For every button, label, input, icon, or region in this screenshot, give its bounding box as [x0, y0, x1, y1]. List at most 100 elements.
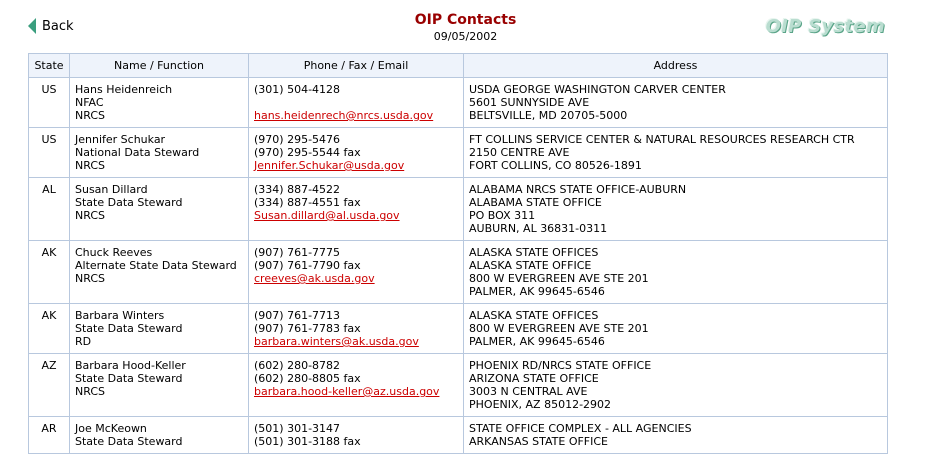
- address-line: ALASKA STATE OFFICES: [469, 246, 599, 259]
- email-link[interactable]: creeves@ak.usda.gov: [254, 272, 458, 285]
- name-function-cell: Hans Heidenreich NFAC NRCS: [69, 77, 249, 128]
- state-cell: AR: [28, 416, 70, 454]
- contact-function: NFAC: [75, 96, 104, 109]
- phone-number: (907) 761-7775: [254, 246, 341, 259]
- phone-number: (501) 301-3147: [254, 422, 341, 435]
- table-row: US Hans Heidenreich NFAC NRCS (301) 504-4128…: [28, 77, 888, 128]
- table-row: AK Barbara Winters State Data Steward RD (90…: [28, 303, 888, 354]
- address-line: AUBURN, AL 36831-0311: [469, 222, 608, 235]
- contact-function: NRCS: [75, 385, 105, 398]
- fax-number: (501) 301-3188 fax: [254, 435, 361, 448]
- name-function-cell: Barbara Winters State Data Steward RD: [69, 303, 249, 354]
- phone-fax-email-cell: (970) 295-5476 (970) 295-5544 fax Jennifer…: [248, 127, 464, 178]
- address-line: 800 W EVERGREEN AVE STE 201: [469, 272, 649, 285]
- table-row: AZ Barbara Hood-Keller State Data Steward N…: [28, 353, 888, 417]
- phone-fax-email-cell: (602) 280-8782 (602) 280-8805 fax barbara.…: [248, 353, 464, 417]
- state-cell: AK: [28, 240, 70, 304]
- address-line: BELTSVILLE, MD 20705-5000: [469, 109, 628, 122]
- contact-function: State Data Steward: [75, 196, 183, 209]
- address-line: 800 W EVERGREEN AVE STE 201: [469, 322, 649, 335]
- table-row: AL Susan Dillard State Data Steward NRCS (33…: [28, 177, 888, 241]
- phone-fax-email-cell: (907) 761-7713 (907) 761-7783 fax barbara.…: [248, 303, 464, 354]
- address-cell: PHOENIX RD/NRCS STATE OFFICE ARIZONA STAT…: [463, 353, 888, 417]
- fax-number: (907) 761-7790 fax: [254, 259, 361, 272]
- address-line: ALABAMA NRCS STATE OFFICE-AUBURN: [469, 183, 687, 196]
- fax-number: (970) 295-5544 fax: [254, 146, 361, 159]
- contact-function: Alternate State Data Steward: [75, 259, 237, 272]
- page-header: Back OIP Contacts 09/05/2002 OIP System: [0, 0, 931, 53]
- name-function-cell: Chuck Reeves Alternate State Data Steward…: [69, 240, 249, 304]
- column-header-state: State: [28, 53, 70, 78]
- address-line: PALMER, AK 99645-6546: [469, 335, 605, 348]
- contact-function: RD: [75, 335, 92, 348]
- phone-number: (907) 761-7713: [254, 309, 341, 322]
- fax-number: (907) 761-7783 fax: [254, 322, 361, 335]
- fax-number: [254, 96, 458, 109]
- address-line: 2150 CENTRE AVE: [469, 146, 570, 159]
- address-line: ALABAMA STATE OFFICE: [469, 196, 602, 209]
- state-cell: AK: [28, 303, 70, 354]
- table-row: US Jennifer Schukar National Data Steward N…: [28, 127, 888, 178]
- address-line: USDA GEORGE WASHINGTON CARVER CENTER: [469, 83, 726, 96]
- phone-fax-email-cell: (501) 301-3147 (501) 301-3188 fax: [248, 416, 464, 454]
- table-row: AR Joe McKeown State Data Steward (501) 301…: [28, 416, 888, 454]
- contact-name: Hans Heidenreich: [75, 83, 173, 96]
- contact-function: National Data Steward: [75, 146, 200, 159]
- contact-function: NRCS: [75, 159, 105, 172]
- address-cell: USDA GEORGE WASHINGTON CARVER CENTER 5601…: [463, 77, 888, 128]
- contact-name: Jennifer Schukar: [75, 133, 166, 146]
- email-link[interactable]: Jennifer.Schukar@usda.gov: [254, 159, 458, 172]
- contact-name: Susan Dillard: [75, 183, 148, 196]
- contact-function: State Data Steward: [75, 322, 183, 335]
- fax-number: (602) 280-8805 fax: [254, 372, 361, 385]
- contact-function: NRCS: [75, 109, 105, 122]
- contact-function: NRCS: [75, 272, 105, 285]
- address-line: STATE OFFICE COMPLEX - ALL AGENCIES: [469, 422, 692, 435]
- address-line: ALASKA STATE OFFICES: [469, 309, 599, 322]
- state-cell: US: [28, 77, 70, 128]
- address-cell: ALABAMA NRCS STATE OFFICE-AUBURN ALABAMA …: [463, 177, 888, 241]
- contacts-table: State Name / Function Phone / Fax / Emai…: [28, 53, 888, 454]
- phone-number: (334) 887-4522: [254, 183, 341, 196]
- address-cell: FT COLLINS SERVICE CENTER & NATURAL RESO…: [463, 127, 888, 178]
- contact-function: State Data Steward: [75, 372, 183, 385]
- fax-number: (334) 887-4551 fax: [254, 196, 361, 209]
- email-link[interactable]: barbara.winters@ak.usda.gov: [254, 335, 458, 348]
- state-cell: AZ: [28, 353, 70, 417]
- oip-system-logo: OIP System: [765, 16, 885, 37]
- name-function-cell: Barbara Hood-Keller State Data Steward NRC…: [69, 353, 249, 417]
- column-header-phone: Phone / Fax / Email: [248, 53, 464, 78]
- state-cell: AL: [28, 177, 70, 241]
- email-link[interactable]: Susan.dillard@al.usda.gov: [254, 209, 458, 222]
- address-line: ALASKA STATE OFFICE: [469, 259, 592, 272]
- address-line: PO BOX 311: [469, 209, 536, 222]
- address-line: PHOENIX RD/NRCS STATE OFFICE: [469, 359, 652, 372]
- contact-function: State Data Steward: [75, 435, 183, 448]
- phone-number: (970) 295-5476: [254, 133, 341, 146]
- contact-name: Barbara Hood-Keller: [75, 359, 186, 372]
- address-line: 5601 SUNNYSIDE AVE: [469, 96, 590, 109]
- address-line: FORT COLLINS, CO 80526-1891: [469, 159, 642, 172]
- table-row: AK Chuck Reeves Alternate State Data Stewa…: [28, 240, 888, 304]
- contact-name: Chuck Reeves: [75, 246, 153, 259]
- contact-name: Barbara Winters: [75, 309, 165, 322]
- phone-fax-email-cell: (334) 887-4522 (334) 887-4551 fax Susan.di…: [248, 177, 464, 241]
- table-header-row: State Name / Function Phone / Fax / Emai…: [28, 53, 888, 78]
- name-function-cell: Joe McKeown State Data Steward: [69, 416, 249, 454]
- phone-number: (301) 504-4128: [254, 83, 341, 96]
- email-link[interactable]: barbara.hood-keller@az.usda.gov: [254, 385, 458, 398]
- column-header-name: Name / Function: [69, 53, 249, 78]
- contact-name: Joe McKeown: [75, 422, 147, 435]
- address-line: PALMER, AK 99645-6546: [469, 285, 605, 298]
- contact-function: NRCS: [75, 209, 105, 222]
- address-cell: STATE OFFICE COMPLEX - ALL AGENCIES ARKAN…: [463, 416, 888, 454]
- address-cell: ALASKA STATE OFFICES ALASKA STATE OFFICE 8…: [463, 240, 888, 304]
- email-link[interactable]: hans.heidenrech@nrcs.usda.gov: [254, 109, 458, 122]
- phone-number: (602) 280-8782: [254, 359, 341, 372]
- name-function-cell: Susan Dillard State Data Steward NRCS: [69, 177, 249, 241]
- address-line: PHOENIX, AZ 85012-2902: [469, 398, 612, 411]
- address-line: ARKANSAS STATE OFFICE: [469, 435, 609, 448]
- state-cell: US: [28, 127, 70, 178]
- phone-fax-email-cell: (301) 504-4128 hans.heidenrech@nrcs.usda.…: [248, 77, 464, 128]
- phone-fax-email-cell: (907) 761-7775 (907) 761-7790 fax creeves@…: [248, 240, 464, 304]
